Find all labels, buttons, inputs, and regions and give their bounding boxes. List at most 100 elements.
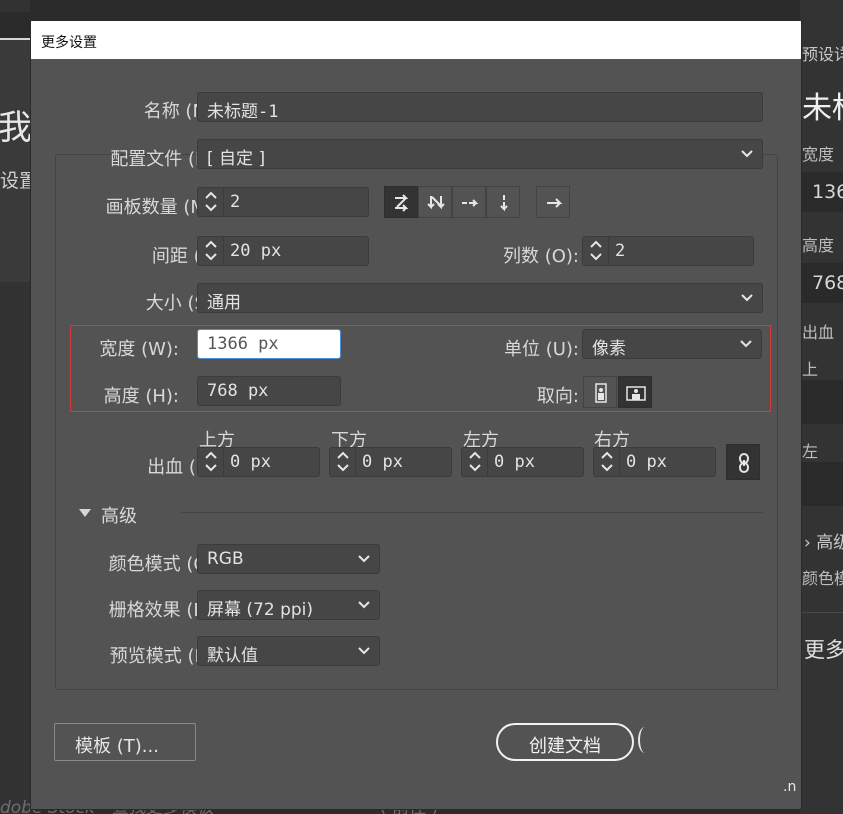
- raster-effects-value: 屏幕 (72 ppi): [207, 600, 314, 620]
- landscape-button[interactable]: [618, 376, 652, 408]
- bleed-top-value: 0 px: [230, 452, 271, 472]
- bleed-top-stepper[interactable]: 0 px: [197, 447, 320, 477]
- templates-button[interactable]: 模板 (T)...: [54, 723, 196, 761]
- preset-details-title: 预设详: [802, 45, 843, 64]
- create-document-button[interactable]: 创建文档: [496, 723, 634, 761]
- chevron-down-icon[interactable]: [600, 463, 614, 473]
- templates-button-label: 模板 (T)...: [75, 736, 159, 757]
- advanced-toggle[interactable]: 高级: [101, 502, 137, 528]
- height-input[interactable]: 768 px: [197, 376, 341, 406]
- preset-doc-title: 未标: [802, 91, 843, 126]
- chevron-down-icon: [358, 555, 370, 563]
- bleed-top-spin[interactable]: [198, 448, 224, 476]
- bleed-bottom-spin[interactable]: [330, 448, 356, 476]
- bleed-left-spin[interactable]: [462, 448, 488, 476]
- size-value: 通用: [207, 293, 241, 313]
- chevron-up-icon[interactable]: [600, 450, 614, 460]
- artboards-stepper[interactable]: 2: [197, 187, 369, 217]
- background-preset-details-panel: 预设详 未标 宽度 136 高度 768 出血 上 左 › 高级 颜色模 更多: [800, 0, 843, 814]
- layout-direction-button[interactable]: [536, 186, 570, 218]
- background-left-band: [0, 40, 30, 282]
- advanced-divider: [181, 512, 763, 513]
- chevron-down-icon[interactable]: [204, 203, 218, 213]
- orientation-label: 取向:: [536, 386, 579, 407]
- preset-left-label: 左: [802, 442, 819, 461]
- chevron-up-icon[interactable]: [589, 239, 603, 249]
- bleed-right-stepper[interactable]: 0 px: [593, 447, 716, 477]
- chevron-down-icon: [358, 647, 370, 655]
- grid-by-row-icon: [395, 194, 409, 212]
- artboards-spin[interactable]: [198, 188, 224, 216]
- bleed-bottom-value: 0 px: [362, 452, 403, 472]
- preview-mode-select[interactable]: 默认值: [197, 636, 380, 666]
- chevron-down-icon[interactable]: [589, 252, 603, 262]
- preset-width-label: 宽度: [802, 145, 835, 164]
- arrange-by-column-button[interactable]: [486, 186, 520, 218]
- grid-by-row-button[interactable]: [384, 186, 418, 218]
- spacing-value: 20 px: [230, 241, 282, 261]
- bleed-bottom-stepper[interactable]: 0 px: [329, 447, 452, 477]
- raster-effects-select[interactable]: 屏幕 (72 ppi): [197, 590, 380, 620]
- chevron-up-icon[interactable]: [204, 239, 218, 249]
- dialog-title: 更多设置: [41, 35, 97, 51]
- chevron-up-icon[interactable]: [468, 450, 482, 460]
- chevron-up-icon[interactable]: [204, 190, 218, 200]
- spacing-spin[interactable]: [198, 237, 224, 265]
- more-settings-dialog: 更多设置 名称 (N): 未标题-1 配置文件 (P): [ 自定 ] 画板数量…: [30, 20, 802, 810]
- height-label: 高度 (H):: [103, 386, 179, 407]
- dialog-titlebar[interactable]: 更多设置: [31, 21, 801, 59]
- chevron-down-icon: [741, 150, 753, 158]
- landscape-icon: [626, 386, 646, 401]
- width-input[interactable]: 1366 px: [197, 329, 341, 359]
- chevron-down-icon: [741, 294, 753, 302]
- chevron-up-icon[interactable]: [204, 450, 218, 460]
- preset-more: 更多: [804, 638, 843, 662]
- preset-bleed-label: 出血: [802, 323, 835, 342]
- color-mode-value: RGB: [207, 549, 244, 569]
- bleed-left-stepper[interactable]: 0 px: [461, 447, 584, 477]
- link-bleed-button[interactable]: [726, 444, 760, 480]
- chevron-up-icon[interactable]: [336, 450, 350, 460]
- bleed-right-value: 0 px: [626, 452, 667, 472]
- size-select[interactable]: 通用: [197, 283, 763, 313]
- arrange-by-column-icon: [500, 195, 508, 212]
- preset-left-field: [800, 462, 843, 506]
- columns-spin[interactable]: [583, 237, 609, 265]
- chevron-down-icon[interactable]: [468, 463, 482, 473]
- width-value: 1366 px: [207, 334, 279, 354]
- units-value: 像素: [592, 339, 626, 359]
- name-value: 未标题-1: [207, 102, 279, 122]
- profile-select[interactable]: [ 自定 ]: [197, 139, 763, 169]
- link-icon: [739, 453, 749, 473]
- preset-width-value: 136: [812, 181, 843, 203]
- grid-by-column-button[interactable]: [418, 186, 452, 218]
- preset-divider: [800, 612, 843, 613]
- profile-value: [ 自定 ]: [207, 149, 266, 169]
- spacing-stepper[interactable]: 20 px: [197, 236, 369, 266]
- columns-value: 2: [615, 241, 626, 261]
- bleed-left-value: 0 px: [494, 452, 535, 472]
- chevron-down-icon[interactable]: [204, 252, 218, 262]
- arrange-by-row-button[interactable]: [452, 186, 486, 218]
- width-label: 宽度 (W):: [99, 339, 179, 360]
- artboards-value: 2: [230, 192, 241, 212]
- units-select[interactable]: 像素: [582, 329, 762, 359]
- chevron-down-icon[interactable]: [336, 463, 350, 473]
- background-heading: 我: [0, 108, 32, 148]
- bleed-right-spin[interactable]: [594, 448, 620, 476]
- portrait-icon: [595, 383, 607, 403]
- preset-color-mode: 颜色模: [802, 569, 843, 588]
- preset-top-field: [800, 380, 843, 424]
- mouse-cursor: [638, 727, 652, 753]
- chevron-down-icon: [740, 340, 752, 348]
- chevron-down-icon[interactable]: [204, 463, 218, 473]
- preset-top-label: 上: [802, 360, 819, 379]
- arrange-by-row-icon: [462, 199, 479, 207]
- columns-stepper[interactable]: 2: [582, 236, 754, 266]
- name-input[interactable]: 未标题-1: [197, 92, 763, 122]
- color-mode-select[interactable]: RGB: [197, 544, 380, 574]
- resize-corner-mark: .n: [783, 779, 797, 795]
- triangle-down-icon[interactable]: [78, 508, 92, 518]
- preset-advanced: › 高级: [804, 533, 843, 553]
- portrait-button[interactable]: [583, 376, 617, 408]
